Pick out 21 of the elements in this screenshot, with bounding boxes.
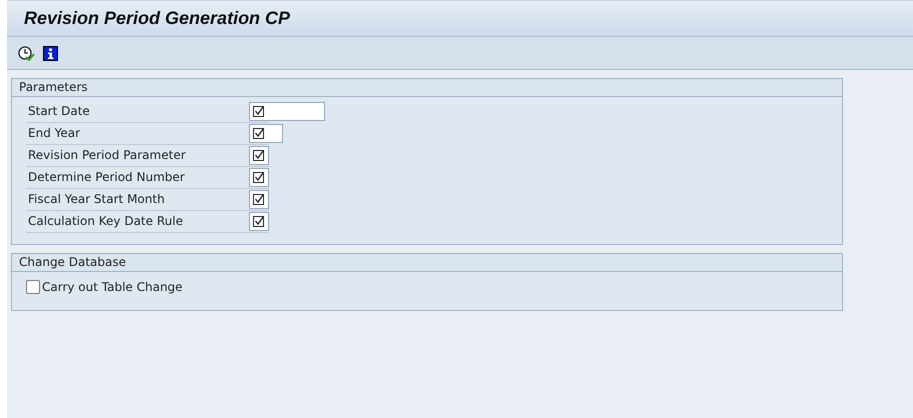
field-label: Determine Period Number xyxy=(28,170,186,184)
input-field[interactable] xyxy=(249,212,269,230)
clock-check-icon xyxy=(18,46,35,60)
field-label: Revision Period Parameter xyxy=(28,148,187,162)
field-label: Start Date xyxy=(28,104,91,118)
info-icon xyxy=(43,46,58,60)
field-label: Calculation Key Date Rule xyxy=(28,214,184,228)
checkbox-label: Carry out Table Change xyxy=(42,280,183,294)
window-title: Revision Period Generation CP xyxy=(24,8,290,29)
input-field[interactable] xyxy=(249,168,269,186)
input-field[interactable] xyxy=(249,102,325,120)
input-field[interactable] xyxy=(249,146,269,164)
input-field[interactable] xyxy=(249,190,269,208)
group-title: Change Database xyxy=(19,255,126,269)
checkbox[interactable] xyxy=(26,280,40,294)
field-label: End Year xyxy=(28,126,82,140)
input-field[interactable] xyxy=(249,124,283,142)
info-button[interactable] xyxy=(43,46,58,60)
execute-button[interactable] xyxy=(18,46,35,60)
group-title: Parameters xyxy=(19,80,88,94)
field-label: Fiscal Year Start Month xyxy=(28,192,166,206)
